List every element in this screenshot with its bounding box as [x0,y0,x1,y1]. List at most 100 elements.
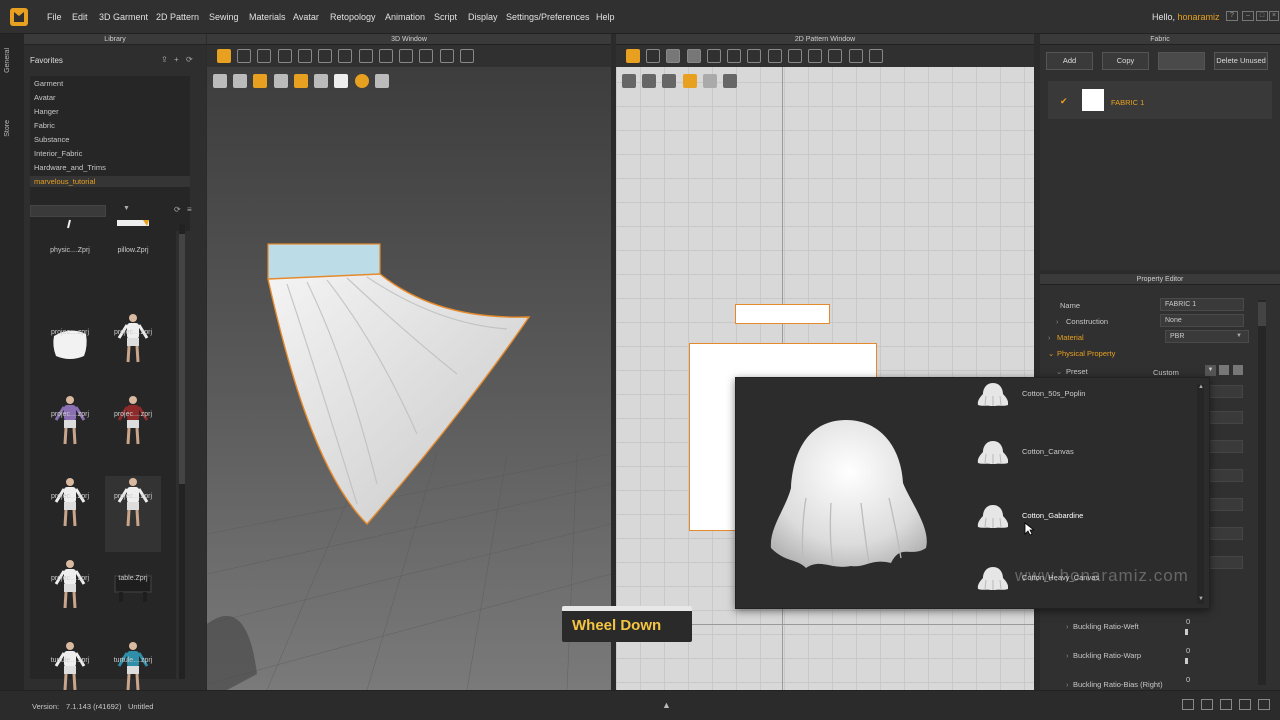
library-scrollbar-thumb[interactable] [179,234,185,484]
physical-property-expand-icon[interactable]: ⌄ [1048,349,1054,358]
library-item-label[interactable]: projec....zprj [35,575,105,582]
texture-2d-icon[interactable] [662,74,677,88]
favorite-interior-fabric[interactable]: Interior_Fabric [34,149,82,158]
menu-display[interactable]: Display [468,12,498,22]
construction-expand-icon[interactable]: › [1056,317,1059,326]
material-dropdown-icon[interactable]: ▼ [1236,333,1242,339]
library-item-label[interactable]: turtule....zprj [98,657,168,664]
menu-settings[interactable]: Settings/Preferences [506,12,590,22]
preset-label[interactable]: Cotton_Canvas [1022,447,1074,456]
shirring-tool-icon[interactable] [828,49,843,63]
menu-sewing[interactable]: Sewing [209,12,239,22]
library-item-label[interactable]: projec....zprj [35,329,105,336]
menu-animation[interactable]: Animation [385,12,425,22]
buckling-weft-value[interactable]: 0 [1186,617,1190,626]
library-thumb-avatar-white[interactable] [50,640,90,696]
library-item-label[interactable]: projec....zprj [98,411,168,418]
expand-up-icon[interactable]: ▲ [662,700,671,710]
scroll-up-icon[interactable]: ▲ [1198,384,1204,390]
preset-label[interactable]: Cotton_Gabardine [1022,511,1083,520]
window-3d[interactable]: 3D Window [207,34,611,690]
favorite-hanger[interactable]: Hanger [34,107,59,116]
preset-item[interactable]: Cotton_Gabardine [976,502,1083,532]
help-icon[interactable]: ? [1226,11,1238,21]
preset-save-icon[interactable] [1233,365,1243,375]
add-icon[interactable]: + [174,55,179,64]
buckling-weft-slider[interactable] [1185,629,1188,635]
preset-scrollbar[interactable] [1197,384,1204,604]
library-item-label[interactable]: pillow.Zprj [98,247,168,254]
favorite-substance[interactable]: Substance [34,135,69,144]
pattern-fill-icon[interactable] [682,74,697,88]
library-thumb-avatar-white[interactable] [50,476,90,532]
preset-load-icon[interactable] [1219,365,1229,375]
segment-sewing-icon[interactable] [767,49,782,63]
add-fabric-button[interactable]: Add [1046,52,1093,70]
library-thumb-table[interactable] [113,558,153,614]
menu-file[interactable]: File [47,12,62,22]
minimize-icon[interactable]: – [1242,11,1254,21]
layout-quad-icon[interactable] [1239,699,1251,710]
menu-help[interactable]: Help [596,12,615,22]
seam-display-icon[interactable] [702,74,717,88]
preset-item[interactable]: Cotton_50s_Poplin [976,380,1085,410]
favorite-hardware-trims[interactable]: Hardware_and_Trims [34,163,106,172]
preset-dropdown-icon[interactable]: ▼ [1205,365,1216,376]
assign-fabric-button[interactable] [1158,52,1205,70]
circle-tool-icon[interactable] [706,49,721,63]
internal-line-icon[interactable] [727,49,742,63]
library-search-input[interactable] [30,205,106,217]
menu-script[interactable]: Script [434,12,457,22]
menu-materials[interactable]: Materials [249,12,286,22]
construction-field[interactable]: None [1160,314,1244,327]
preset-item[interactable]: Cotton_Heavy_Canvas [976,564,1099,594]
preset-item[interactable]: Cotton_Canvas [976,438,1074,468]
library-item-label[interactable]: table.Zprj [98,575,168,582]
dart-tool-icon[interactable] [747,49,762,63]
layout-triple-icon[interactable] [1220,699,1232,710]
library-thumb-avatar-white[interactable] [50,558,90,614]
tab-general[interactable]: General [4,48,11,73]
grid-toggle-icon[interactable] [642,74,657,88]
preset-label[interactable]: Cotton_50s_Poplin [1022,389,1085,398]
delete-unused-button[interactable]: Delete Unused [1214,52,1268,70]
polygon-tool-icon[interactable] [686,49,701,63]
property-scrollbar-thumb[interactable] [1258,302,1266,326]
app-logo-icon[interactable] [10,8,28,26]
fabric-swatch[interactable] [1082,89,1104,111]
library-item-label[interactable]: projec....zprj [98,329,168,336]
snapshot-2d-icon[interactable] [723,74,738,88]
curtain-cloth[interactable] [267,273,531,526]
maximize-icon[interactable]: □ [1256,11,1268,21]
refresh-icon[interactable]: ⟳ [186,55,193,64]
preset-value[interactable]: Custom [1153,368,1179,377]
list-view-icon[interactable]: ≡ [187,205,192,214]
pattern-info-icon[interactable] [622,74,636,88]
trace-tool-icon[interactable] [868,49,883,63]
menu-edit[interactable]: Edit [72,12,88,22]
library-thumb-avatar-white[interactable] [113,476,153,532]
menu-2d-pattern[interactable]: 2D Pattern [156,12,199,22]
library-thumb-pillow-top[interactable] [113,218,153,274]
tab-store[interactable]: Store [4,120,11,137]
library-thumb-avatar-white[interactable] [113,312,153,368]
transform-pattern-icon[interactable] [626,49,640,63]
library-thumb-avatar-red[interactable] [113,394,153,450]
library-item-label[interactable]: physic....Zprj [35,247,105,254]
material-expand-icon[interactable]: › [1048,333,1051,342]
buckling-bias-expand-icon[interactable]: › [1066,680,1069,689]
favorite-marvelous-tutorial[interactable]: marvelous_tutorial [34,177,95,186]
copy-fabric-button[interactable]: Copy [1102,52,1149,70]
pattern-header-piece[interactable] [735,304,830,324]
menu-retopology[interactable]: Retopology [330,12,376,22]
layout-split-icon[interactable] [1201,699,1213,710]
favorite-garment[interactable]: Garment [34,79,63,88]
layout-single-icon[interactable] [1182,699,1194,710]
library-item-label[interactable]: projec....zprj [98,493,168,500]
library-thumb-fabric[interactable] [50,218,90,274]
username[interactable]: honaramiz [1178,12,1220,22]
library-thumb-pillow[interactable] [50,312,90,368]
library-thumb-avatar-purple[interactable] [50,394,90,450]
layout-custom-icon[interactable] [1258,699,1270,710]
favorite-fabric[interactable]: Fabric [34,121,55,130]
